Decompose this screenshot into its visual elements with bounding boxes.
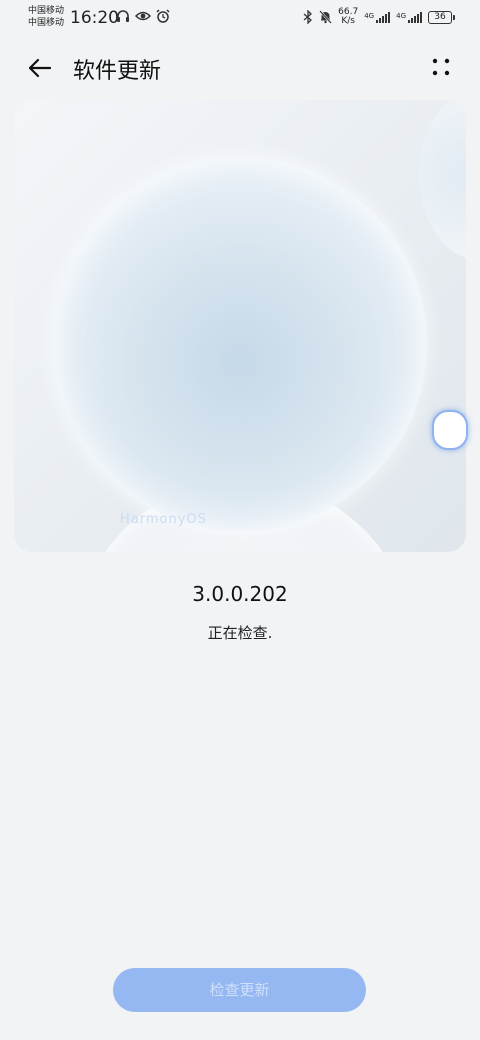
speed-unit: K/s (341, 16, 355, 26)
status-icons-right: 66.7 K/s 4G 4G 36 (303, 8, 455, 26)
headphones-icon (117, 10, 129, 22)
app-bar: 软件更新 (0, 40, 480, 96)
back-button[interactable] (24, 52, 56, 84)
carrier-2: 中国移动 (28, 18, 65, 28)
carrier-1: 中国移动 (28, 6, 65, 16)
signal-icon-2: 4G (396, 11, 422, 23)
update-illustration: HarmonyOS (14, 100, 466, 552)
arrow-left-icon (28, 58, 52, 78)
version-number: 3.0.0.202 (192, 582, 288, 606)
mute-bell-icon (319, 10, 332, 24)
sphere-main (53, 157, 427, 531)
floating-assistive-button[interactable] (432, 410, 468, 450)
clock: 16:20 (70, 8, 119, 28)
more-dots-icon (432, 58, 450, 76)
signal-icon-1: 4G (364, 11, 391, 23)
check-update-button[interactable]: 检查更新 (113, 968, 366, 1012)
alarm-icon (156, 9, 170, 23)
battery-icon: 36 (428, 10, 455, 24)
page-title: 软件更新 (73, 59, 162, 84)
watermark-text: HarmonyOS (120, 512, 207, 527)
more-options-button[interactable] (428, 54, 454, 80)
status-text: 正在检查. (207, 624, 273, 642)
network-speed: 66.7 K/s (338, 8, 358, 26)
sphere-decoration-right (419, 100, 466, 260)
status-bar: 中国移动 中国移动 16:20 66.7 K/s 4G 4G 36 (0, 0, 480, 36)
eye-icon (135, 11, 151, 21)
status-icons-left (116, 9, 170, 23)
carrier-info: 中国移动 中国移动 (28, 5, 64, 29)
bluetooth-icon (303, 10, 313, 24)
